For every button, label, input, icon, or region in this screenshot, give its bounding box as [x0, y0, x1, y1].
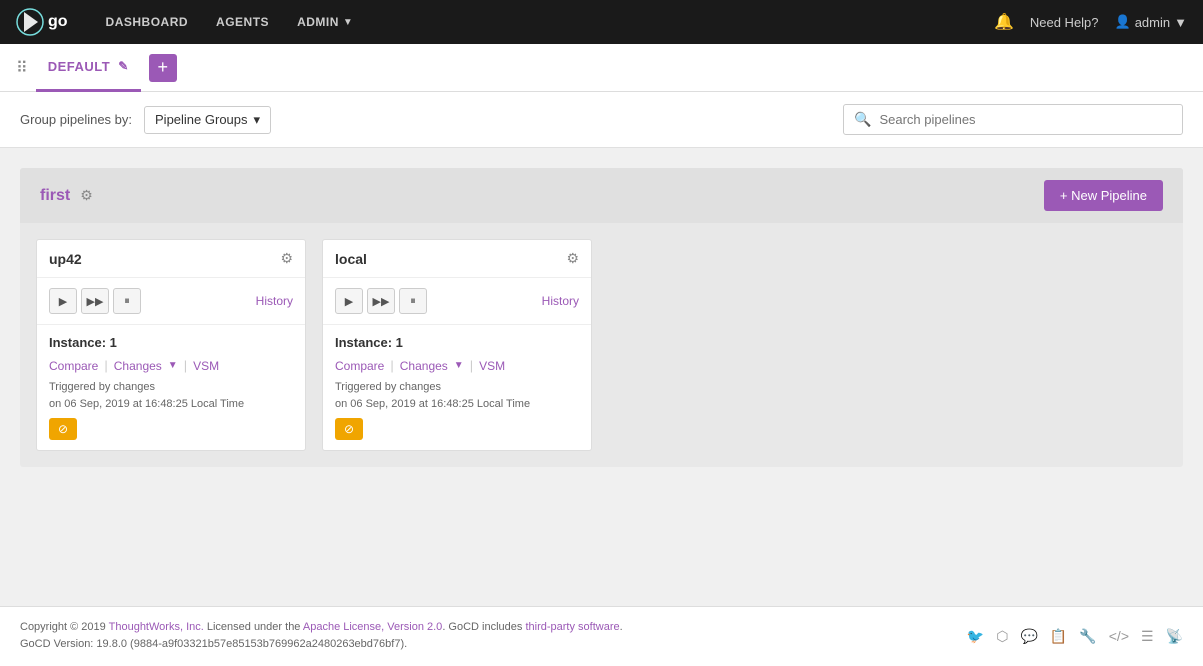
github-icon[interactable]: ⬡ — [996, 628, 1008, 645]
toolbar: Group pipelines by: Pipeline Groups ▾ 🔍 — [0, 92, 1203, 148]
pipeline-card-header-local: local ⚙ — [323, 240, 591, 278]
api-icon[interactable]: 🔧 — [1079, 628, 1096, 645]
pipeline-btn-group-up42: ▶ ▶▶ ⏸ — [49, 288, 141, 314]
pipeline-settings-icon-up42[interactable]: ⚙ — [280, 250, 293, 267]
tab-edit-icon[interactable]: ✎ — [118, 59, 129, 73]
footer-period: . — [620, 621, 623, 633]
vsm-link-local[interactable]: VSM — [479, 359, 505, 373]
pipeline-groups-label: Pipeline Groups — [155, 112, 248, 127]
nav-dashboard[interactable]: DASHBOARD — [92, 0, 203, 44]
twitter-icon[interactable]: 🐦 — [967, 628, 984, 645]
docs-icon[interactable]: 📋 — [1050, 628, 1067, 645]
instance-actions-local: Compare | Changes ▼ | VSM — [335, 358, 579, 373]
logo[interactable]: go — [16, 8, 68, 36]
changes-dropdown-arrow-up42[interactable]: ▼ — [168, 360, 178, 371]
nav-agents[interactable]: AGENTS — [202, 0, 283, 44]
pipeline-card-up42: up42 ⚙ ▶ ▶▶ ⏸ History Instance: 1 Compar… — [36, 239, 306, 451]
footer-copyright: Copyright © 2019 — [20, 621, 109, 633]
status-badge-up42: ⊘ — [49, 418, 77, 440]
pipeline-instance-local: Instance: 1 Compare | Changes ▼ | VSM Tr… — [323, 325, 591, 450]
group-settings-icon[interactable]: ⚙ — [80, 187, 93, 204]
pipeline-group-title: first ⚙ — [40, 187, 93, 205]
history-link-up42[interactable]: History — [256, 294, 293, 308]
trigger-text-local: Triggered by changes on 06 Sep, 2019 at … — [335, 379, 579, 412]
user-menu[interactable]: 👤 admin ▼ — [1115, 14, 1187, 30]
history-link-local[interactable]: History — [542, 294, 579, 308]
pipeline-settings-icon-local[interactable]: ⚙ — [566, 250, 579, 267]
pause-button-local[interactable]: ⏸ — [399, 288, 427, 314]
trigger-text-up42: Triggered by changes on 06 Sep, 2019 at … — [49, 379, 293, 412]
pipeline-card-header-up42: up42 ⚙ — [37, 240, 305, 278]
separator2-up42: | — [184, 358, 187, 373]
separator2-local: | — [470, 358, 473, 373]
trigger-button-local[interactable]: ▶ — [335, 288, 363, 314]
group-by-label: Group pipelines by: — [20, 112, 132, 127]
footer-right: 🐦 ⬡ 💬 📋 🔧 </> ☰ 📡 — [967, 628, 1183, 645]
nav-links: DASHBOARD AGENTS ADMIN ▼ — [92, 0, 994, 44]
instance-label-local: Instance: 1 — [335, 335, 579, 350]
search-icon: 🔍 — [854, 111, 871, 128]
chat-icon[interactable]: 💬 — [1020, 628, 1037, 645]
pipeline-group-header: first ⚙ + New Pipeline — [20, 168, 1183, 223]
pipeline-group-first: first ⚙ + New Pipeline up42 ⚙ ▶ ▶▶ ⏸ Hi — [20, 168, 1183, 467]
top-navigation: go DASHBOARD AGENTS ADMIN ▼ 🔔 Need Help?… — [0, 0, 1203, 44]
right-actions: 🔔 Need Help? 👤 admin ▼ — [994, 12, 1187, 32]
footer-thoughtworks-link[interactable]: ThoughtWorks, Inc. — [109, 621, 204, 633]
tabs-drag-handle[interactable]: ⠿ — [16, 58, 28, 78]
footer-gocd-text: . GoCD includes — [442, 621, 525, 633]
vsm-link-up42[interactable]: VSM — [193, 359, 219, 373]
help-link[interactable]: Need Help? — [1030, 15, 1099, 30]
add-tab-button[interactable]: + — [149, 54, 177, 82]
user-dropdown-arrow: ▼ — [1174, 15, 1187, 30]
pipeline-cards: up42 ⚙ ▶ ▶▶ ⏸ History Instance: 1 Compar… — [20, 223, 1183, 467]
pipeline-groups-select[interactable]: Pipeline Groups ▾ — [144, 106, 271, 134]
footer-license-link[interactable]: Apache License, Version 2.0 — [303, 621, 442, 633]
main-content: first ⚙ + New Pipeline up42 ⚙ ▶ ▶▶ ⏸ Hi — [0, 148, 1203, 606]
trigger-with-options-button-local[interactable]: ▶▶ — [367, 288, 395, 314]
list-icon[interactable]: ☰ — [1141, 628, 1154, 645]
changes-dropdown-arrow-local[interactable]: ▼ — [454, 360, 464, 371]
code-icon[interactable]: </> — [1109, 628, 1129, 645]
pipeline-btn-group-local: ▶ ▶▶ ⏸ — [335, 288, 427, 314]
user-label: admin — [1135, 15, 1170, 30]
instance-label-up42: Instance: 1 — [49, 335, 293, 350]
tab-default[interactable]: DEFAULT ✎ — [36, 44, 141, 92]
admin-dropdown-arrow: ▼ — [343, 17, 353, 28]
footer-version: GoCD Version: 19.8.0 (9884-a9f03321b57e8… — [20, 638, 407, 650]
footer-third-party-link[interactable]: third-party software — [525, 621, 619, 633]
pipeline-name-up42: up42 — [49, 251, 82, 267]
rss-icon[interactable]: 📡 — [1166, 628, 1183, 645]
notifications-bell-icon[interactable]: 🔔 — [994, 12, 1014, 32]
footer-left: Copyright © 2019 ThoughtWorks, Inc. Lice… — [20, 619, 623, 654]
pipeline-card-local: local ⚙ ▶ ▶▶ ⏸ History Instance: 1 Compa… — [322, 239, 592, 451]
compare-link-up42[interactable]: Compare — [49, 359, 98, 373]
tab-default-label: DEFAULT — [48, 59, 110, 74]
pipeline-controls-local: ▶ ▶▶ ⏸ History — [323, 278, 591, 325]
separator1-up42: | — [104, 358, 107, 373]
user-icon: 👤 — [1115, 14, 1131, 30]
pipeline-group-name: first — [40, 187, 70, 205]
trigger-button-up42[interactable]: ▶ — [49, 288, 77, 314]
search-box: 🔍 — [843, 104, 1183, 135]
footer-license-text: Licensed under the — [204, 621, 303, 633]
pipeline-name-local: local — [335, 251, 367, 267]
changes-link-up42[interactable]: Changes — [114, 359, 162, 373]
pipeline-controls-up42: ▶ ▶▶ ⏸ History — [37, 278, 305, 325]
instance-actions-up42: Compare | Changes ▼ | VSM — [49, 358, 293, 373]
new-pipeline-button[interactable]: + New Pipeline — [1044, 180, 1163, 211]
pause-button-up42[interactable]: ⏸ — [113, 288, 141, 314]
trigger-with-options-button-up42[interactable]: ▶▶ — [81, 288, 109, 314]
nav-admin[interactable]: ADMIN ▼ — [283, 0, 367, 44]
search-input[interactable] — [879, 112, 1172, 127]
pipeline-instance-up42: Instance: 1 Compare | Changes ▼ | VSM Tr… — [37, 325, 305, 450]
logo-text: go — [48, 13, 68, 31]
changes-link-local[interactable]: Changes — [400, 359, 448, 373]
status-badge-local: ⊘ — [335, 418, 363, 440]
compare-link-local[interactable]: Compare — [335, 359, 384, 373]
tabs-bar: ⠿ DEFAULT ✎ + — [0, 44, 1203, 92]
footer: Copyright © 2019 ThoughtWorks, Inc. Lice… — [0, 606, 1203, 666]
pipeline-groups-arrow: ▾ — [254, 112, 261, 128]
separator1-local: | — [390, 358, 393, 373]
